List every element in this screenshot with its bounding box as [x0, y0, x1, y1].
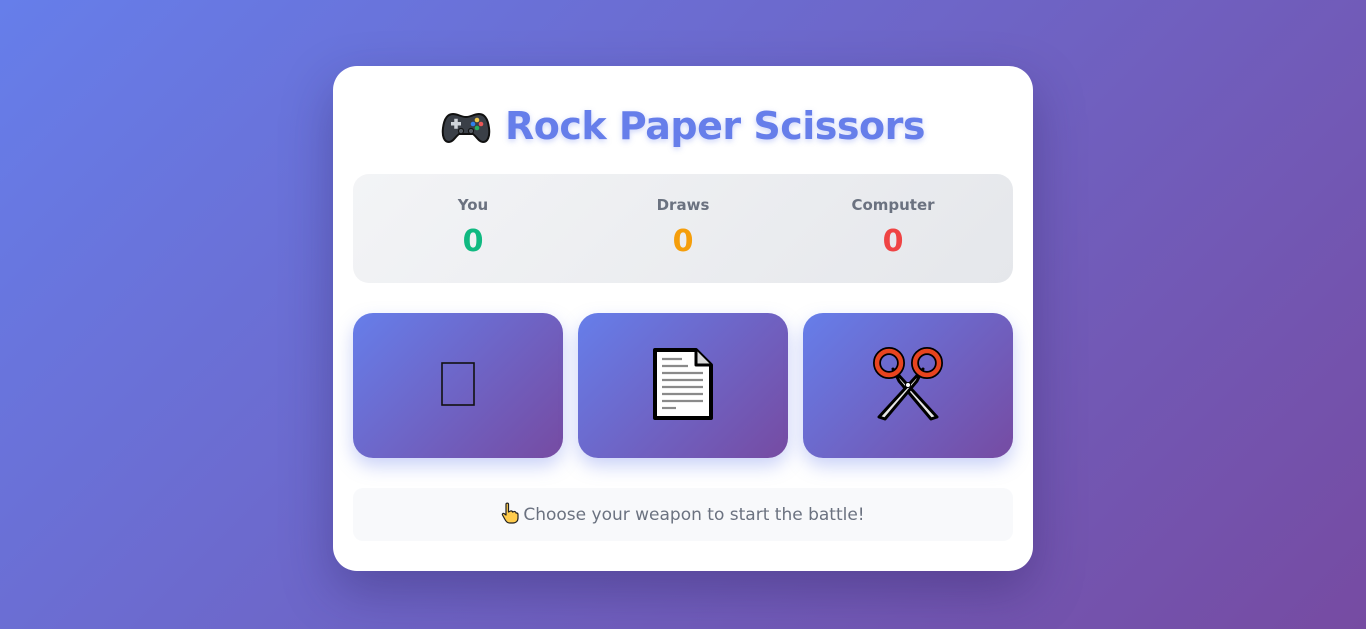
scissors-button[interactable]: [803, 313, 1013, 458]
draws-score-value: 0: [672, 224, 694, 259]
page-title: Rock Paper Scissors: [505, 104, 925, 148]
paper-button[interactable]: [578, 313, 788, 458]
computer-score-value: 0: [882, 224, 904, 259]
draws-score: Draws 0: [578, 174, 788, 283]
computer-score-label: Computer: [851, 196, 935, 214]
player-score-label: You: [457, 196, 489, 214]
pointing-hand-icon: [501, 502, 519, 528]
status-message: Choose your weapon to start the battle!: [353, 488, 1013, 541]
scoreboard: You 0 Draws 0 Computer 0: [353, 174, 1013, 283]
rock-icon: [441, 362, 475, 409]
title-row: Rock Paper Scissors: [333, 102, 1033, 150]
gamepad-icon: [441, 106, 491, 146]
computer-score: Computer 0: [788, 174, 998, 283]
rock-button[interactable]: [353, 313, 563, 458]
player-score-value: 0: [462, 224, 484, 259]
scissors-icon: [873, 347, 943, 424]
draws-score-label: Draws: [656, 196, 710, 214]
player-score: You 0: [368, 174, 578, 283]
game-card: Rock Paper Scissors You 0 Draws 0 Comput…: [333, 66, 1033, 571]
choice-buttons: [353, 313, 1013, 458]
paper-icon: [652, 347, 714, 424]
status-text: Choose your weapon to start the battle!: [523, 504, 865, 525]
